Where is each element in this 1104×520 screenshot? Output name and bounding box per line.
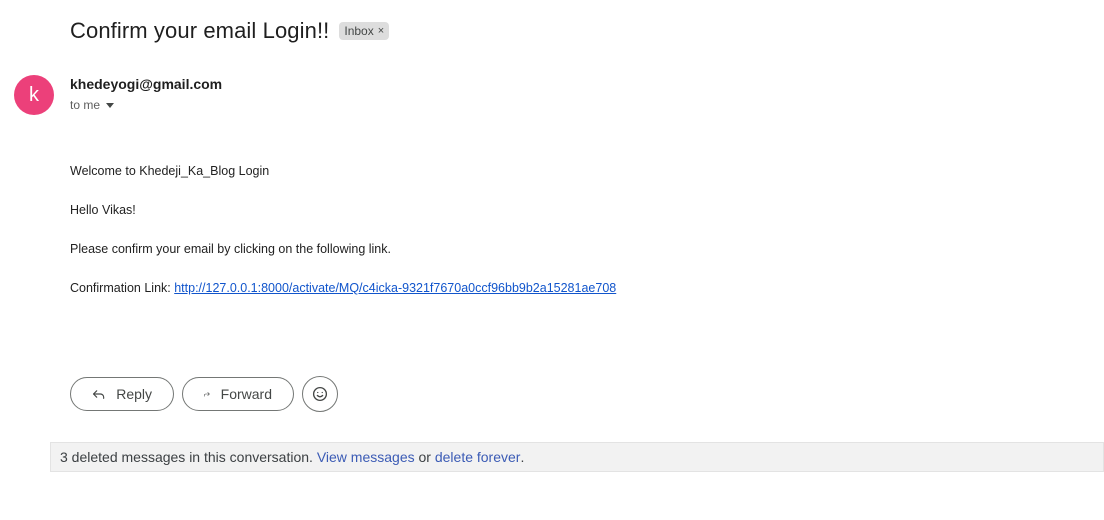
email-body: Welcome to Khedeji_Ka_Blog Login Hello V…: [70, 164, 616, 320]
avatar[interactable]: k: [14, 75, 54, 115]
forward-icon: [203, 392, 210, 397]
recipient-label: to me: [70, 98, 101, 112]
recipient-details-toggle[interactable]: to me: [70, 98, 115, 112]
emoji-icon: [312, 386, 328, 402]
deleted-messages-notice: 3 deleted messages in this conversation.…: [50, 442, 1104, 472]
reply-icon: [92, 390, 105, 400]
message-actions: Reply Forward: [70, 376, 338, 412]
deleted-notice-or: or: [414, 449, 435, 465]
deleted-notice-end: .: [520, 449, 525, 465]
confirmation-prefix: Confirmation Link:: [70, 281, 175, 295]
reply-button[interactable]: Reply: [70, 377, 174, 411]
forward-button[interactable]: Forward: [182, 377, 294, 411]
inbox-label-chip[interactable]: Inbox ×: [339, 22, 390, 40]
emoji-reaction-button[interactable]: [302, 376, 338, 412]
email-subject: Confirm your email Login!!: [70, 18, 330, 43]
forward-label: Forward: [220, 386, 272, 402]
view-messages-link[interactable]: View messages: [317, 449, 415, 465]
close-icon[interactable]: ×: [378, 24, 384, 38]
body-line-greeting: Hello Vikas!: [70, 203, 136, 217]
reply-label: Reply: [116, 386, 152, 402]
body-line-welcome: Welcome to Khedeji_Ka_Blog Login: [70, 164, 270, 178]
email-view: Confirm your email Login!! Inbox × k khe…: [0, 0, 1104, 520]
body-line-instruction: Please confirm your email by clicking on…: [70, 242, 391, 256]
body-line-confirmation: Confirmation Link: http://127.0.0.1:8000…: [70, 281, 616, 295]
chevron-down-icon[interactable]: [106, 103, 115, 108]
deleted-notice-text: 3 deleted messages in this conversation.: [60, 449, 317, 465]
inbox-label-text: Inbox: [344, 24, 374, 38]
sender-address[interactable]: khedeyogi@gmail.com: [70, 76, 222, 92]
delete-forever-link[interactable]: delete forever: [435, 449, 521, 465]
subject-row: Confirm your email Login!! Inbox ×: [70, 18, 390, 44]
confirmation-link[interactable]: http://127.0.0.1:8000/activate/MQ/c4icka…: [174, 281, 616, 295]
